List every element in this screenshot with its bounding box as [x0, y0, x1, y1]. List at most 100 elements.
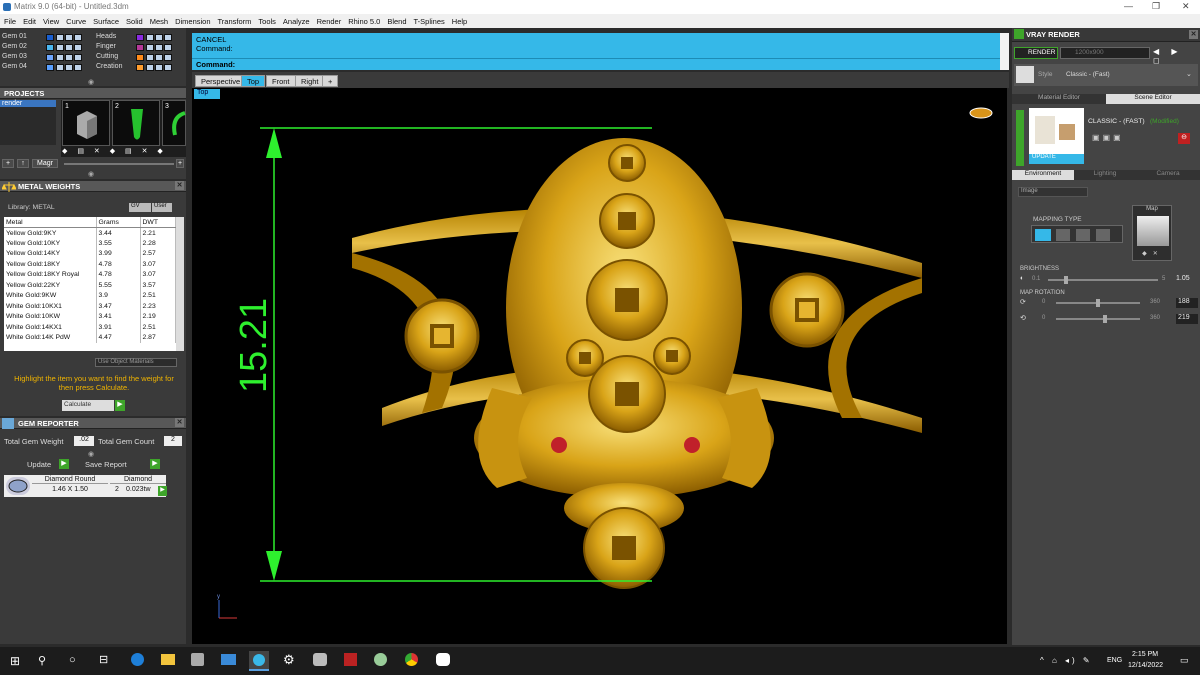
menu-item-file[interactable]: File — [0, 14, 19, 26]
mapping-screen-button[interactable] — [1096, 229, 1110, 241]
close-icon[interactable]: ✕ — [1189, 30, 1198, 39]
lock-icon[interactable] — [155, 54, 163, 61]
print-icon[interactable] — [164, 44, 172, 51]
table-row[interactable]: Yellow Gold:14KY 3.99 2.57 — [4, 248, 176, 259]
user-option[interactable]: User — [152, 203, 172, 212]
table-row[interactable]: White Gold:10KW 3.41 2.19 — [4, 311, 176, 322]
magic-button[interactable]: Magr — [32, 159, 58, 168]
table-row[interactable]: White Gold:10KX1 3.47 2.23 — [4, 301, 176, 312]
gem-row[interactable]: Diamond Round Diamond 1.46 X 1.50 2 0.02… — [4, 475, 167, 497]
print-icon[interactable] — [74, 44, 82, 51]
layer-row[interactable]: Creation — [96, 63, 186, 72]
menu-item-mesh[interactable]: Mesh — [146, 14, 171, 26]
resolution-field[interactable]: 1200x900 — [1060, 47, 1150, 59]
mapping-spherical-button[interactable] — [1035, 229, 1051, 241]
layer-row[interactable]: Gem 01 — [2, 33, 92, 42]
menu-item-blend[interactable]: Blend — [383, 14, 409, 26]
gem-go-icon[interactable]: ▶ — [158, 486, 167, 496]
use-object-materials[interactable]: Use Object Materials — [95, 358, 177, 367]
menu-item-t-splines[interactable]: T-Splines — [410, 14, 448, 26]
task-view-icon[interactable]: ○ — [69, 654, 76, 666]
tab-add[interactable]: + — [322, 75, 339, 87]
layer-color-swatch[interactable] — [46, 54, 54, 61]
rotation-thumb-2[interactable] — [1103, 315, 1107, 323]
layer-color-swatch[interactable] — [46, 34, 54, 41]
zoom-slider[interactable] — [64, 163, 174, 165]
chrome-icon[interactable] — [405, 653, 418, 666]
table-row[interactable]: Yellow Gold:9KY 3.44 2.21 — [4, 227, 176, 238]
menu-item-curve[interactable]: Curve — [62, 14, 89, 26]
update-go-icon[interactable]: ▶ — [59, 459, 69, 469]
map-thumbnail[interactable]: Map ◆✕ — [1132, 205, 1172, 261]
save-go-icon[interactable]: ▶ — [150, 459, 160, 469]
layer-color-swatch[interactable] — [136, 44, 144, 51]
command-scrollbar[interactable] — [1000, 33, 1009, 70]
table-row[interactable]: White Gold:9KW 3.9 2.51 — [4, 290, 176, 301]
tab-right[interactable]: Right — [295, 75, 325, 87]
lock-icon[interactable] — [155, 44, 163, 51]
print-icon[interactable] — [164, 54, 172, 61]
environment-type-select[interactable]: Image — [1018, 187, 1088, 197]
settings-icon[interactable]: ⚙ — [283, 652, 295, 668]
app-red-icon[interactable] — [344, 653, 357, 666]
layer-row[interactable]: Gem 03 — [2, 53, 92, 62]
close-icon[interactable]: ✕ — [1182, 1, 1190, 12]
mapping-dome-button[interactable] — [1076, 229, 1090, 241]
calculate-button[interactable]: Calculate — [62, 400, 114, 411]
menu-item-help[interactable]: Help — [448, 14, 470, 26]
table-row[interactable]: White Gold:14KX1 3.91 2.51 — [4, 322, 176, 333]
menu-item-analyze[interactable]: Analyze — [279, 14, 313, 26]
layer-color-swatch[interactable] — [136, 34, 144, 41]
menu-item-edit[interactable]: Edit — [19, 14, 39, 26]
tab-material-editor[interactable]: Material Editor — [1012, 94, 1106, 104]
eye-icon[interactable] — [146, 54, 154, 61]
up-button[interactable]: ↑ — [17, 159, 29, 168]
column-header[interactable]: Grams — [96, 217, 141, 228]
notifications-icon[interactable]: ▭ — [1180, 655, 1189, 666]
layer-color-swatch[interactable] — [136, 54, 144, 61]
lock-icon[interactable] — [65, 44, 73, 51]
table-scrollbar[interactable] — [176, 217, 184, 351]
table-row[interactable]: Yellow Gold:18KY 4.78 3.07 — [4, 259, 176, 270]
layer-row[interactable]: Finger — [96, 43, 186, 52]
rotation-slider-2[interactable] — [1056, 318, 1140, 320]
layer-color-swatch[interactable] — [136, 64, 144, 71]
viewport-top[interactable]: Top 15.21 y — [192, 88, 1007, 644]
app-green-icon[interactable] — [374, 653, 387, 666]
thumbnail-3[interactable]: 3 — [162, 100, 186, 146]
print-icon[interactable] — [74, 34, 82, 41]
file-explorer-icon[interactable] — [161, 654, 175, 665]
menu-item-transform[interactable]: Transform — [214, 14, 255, 26]
scene-expand-handle[interactable] — [1016, 110, 1024, 166]
rotation-value-2[interactable]: 219 — [1176, 314, 1198, 324]
tab-top[interactable]: Top — [241, 75, 266, 87]
table-row[interactable]: Yellow Gold:10KY 3.55 2.28 — [4, 238, 176, 249]
eye-icon[interactable] — [56, 54, 64, 61]
menu-item-solid[interactable]: Solid — [122, 14, 146, 26]
save-report-button[interactable]: Save Report — [85, 460, 127, 469]
close-icon[interactable]: ✕ — [175, 181, 184, 190]
project-item[interactable]: render — [0, 100, 56, 107]
mail-icon[interactable] — [221, 654, 236, 665]
layer-color-swatch[interactable] — [46, 44, 54, 51]
tab-perspective[interactable]: Perspective — [195, 75, 247, 87]
windows-start-icon[interactable]: ⊞ — [10, 654, 20, 668]
zalo-icon[interactable] — [436, 653, 450, 666]
tab-environment[interactable]: Environment — [1012, 170, 1074, 180]
lock-icon[interactable] — [65, 34, 73, 41]
matrix-app-icon[interactable] — [249, 651, 269, 671]
tab-front[interactable]: Front — [266, 75, 296, 87]
minimize-icon[interactable]: — — [1124, 1, 1133, 11]
menu-item-render[interactable]: Render — [313, 14, 345, 26]
thumbnail-controls[interactable]: ◆ ▤ ✕ ◆ ▤ ✕ ◆ — [62, 147, 186, 156]
rotation-value-1[interactable]: 188 — [1176, 298, 1198, 308]
print-icon[interactable] — [74, 54, 82, 61]
menu-item-tools[interactable]: Tools — [254, 14, 279, 26]
eye-icon[interactable] — [146, 34, 154, 41]
eye-icon[interactable] — [56, 44, 64, 51]
layer-row[interactable]: Gem 02 — [2, 43, 92, 52]
print-icon[interactable] — [164, 64, 172, 71]
zoom-plus-button[interactable]: + — [176, 159, 184, 168]
thumbnail-2[interactable]: 2 — [112, 100, 160, 146]
expand-icon[interactable]: ◉ — [88, 78, 98, 86]
